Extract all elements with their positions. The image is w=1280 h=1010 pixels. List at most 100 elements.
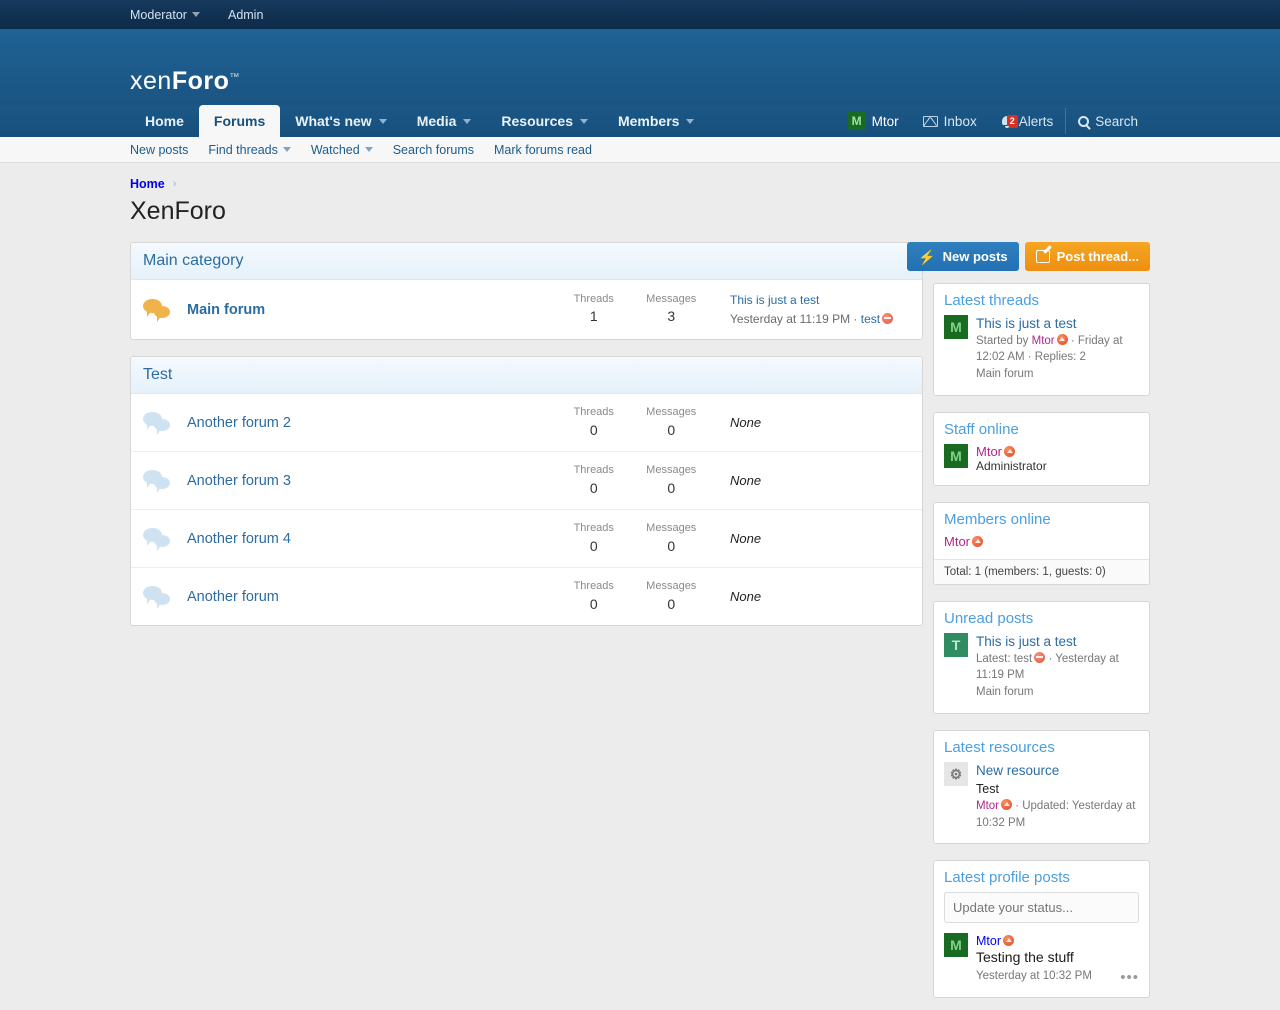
meta-prefix: Started by <box>976 335 1032 347</box>
list-item[interactable]: ⚙ New resource Test Mtor · Updated: Yest… <box>944 762 1139 831</box>
nav-item-forums[interactable]: Forums <box>199 105 280 137</box>
nav-user-menu[interactable]: M Mtor <box>836 108 911 134</box>
latest-threads-block: Latest threads M This is just a test Sta… <box>933 283 1150 396</box>
list-item-content: Mtor Testing the stuff Yesterday at 10:3… <box>976 933 1139 984</box>
author-link[interactable]: test <box>1014 653 1033 665</box>
sidebar-action-buttons: ⚡ New posts Post thread... <box>933 242 1150 271</box>
nav-item-whats-new[interactable]: What's new <box>280 105 401 137</box>
nav-item-label: Media <box>417 105 457 137</box>
last-post-empty-label: None <box>730 589 761 604</box>
latest-profile-posts-title: Latest profile posts <box>934 861 1149 892</box>
user-banner-icon <box>1003 935 1014 946</box>
list-item[interactable]: M Mtor Administrator <box>944 444 1139 473</box>
post-thread-button[interactable]: Post thread... <box>1025 242 1150 271</box>
nav-item-label: Home <box>145 105 184 137</box>
subnav-item-find-threads[interactable]: Find threads <box>208 143 290 157</box>
last-post-title-link[interactable]: This is just a test <box>730 293 819 307</box>
status-input[interactable] <box>944 892 1139 923</box>
forum-read-bubble-icon <box>143 585 173 609</box>
nav-item-members[interactable]: Members <box>603 105 709 137</box>
nav-item-resources[interactable]: Resources <box>486 105 603 137</box>
forum-read-bubble-icon <box>143 527 173 551</box>
forum-title: Another forum <box>187 589 555 605</box>
user-banner-icon <box>1057 334 1068 345</box>
last-post-empty-label: None <box>730 473 761 488</box>
list-item[interactable]: M Mtor Testing the stuff Yesterday at 10… <box>944 933 1139 984</box>
forum-stats: Threads 1 Messages 3 <box>555 292 710 327</box>
member-link[interactable]: Mtor <box>976 444 1002 459</box>
messages-label: Messages <box>633 579 711 594</box>
subnav-item-search-forums[interactable]: Search forums <box>393 143 474 157</box>
list-item[interactable]: T This is just a test Latest: test · Yes… <box>944 633 1139 701</box>
messages-stat: Messages 0 <box>633 463 711 498</box>
messages-value: 0 <box>633 537 711 557</box>
forum-row[interactable]: Main forum Threads 1 Messages 3 This <box>131 280 922 339</box>
forum-link[interactable]: Another forum 2 <box>187 415 291 431</box>
author-link[interactable]: Mtor <box>976 934 1001 948</box>
member-link[interactable]: Mtor <box>944 534 970 549</box>
subnav-item-new-posts[interactable]: New posts <box>130 143 188 157</box>
list-item[interactable]: M This is just a test Started by Mtor · … <box>944 315 1139 383</box>
messages-value: 0 <box>633 479 711 499</box>
chevron-down-icon <box>686 119 694 124</box>
chevron-down-icon <box>463 119 471 124</box>
category-title: Test <box>131 357 922 394</box>
author-link[interactable]: Mtor <box>1032 335 1055 347</box>
list-item-content: Mtor Administrator <box>976 444 1139 473</box>
subnav-item-label: Watched <box>311 143 360 157</box>
forum-row[interactable]: Another forum 2 Threads 0 Messages 0 <box>131 394 922 452</box>
unread-posts-block: Unread posts T This is just a test Lates… <box>933 601 1150 714</box>
category-block: Test Another forum 2 Threads 0 <box>130 356 923 626</box>
nav-search[interactable]: Search <box>1065 108 1150 134</box>
latest-resources-title: Latest resources <box>934 731 1149 762</box>
nav-item-home[interactable]: Home <box>130 105 199 137</box>
forum-link[interactable]: Main forum <box>187 302 265 318</box>
forum-last-post: None <box>710 587 910 607</box>
nav-alerts[interactable]: 2 Alerts <box>989 108 1066 134</box>
threads-stat: Threads 0 <box>555 405 633 440</box>
resource-link[interactable]: New resource <box>976 762 1139 780</box>
top-admin-bar: Moderator Admin <box>0 0 1280 29</box>
nav-item-media[interactable]: Media <box>402 105 487 137</box>
topbar-item-admin[interactable]: Admin <box>228 8 263 22</box>
chevron-down-icon <box>379 119 387 124</box>
nav-search-label: Search <box>1095 114 1138 129</box>
breadcrumb-home-link[interactable]: Home <box>130 177 165 191</box>
last-post-empty-label: None <box>730 415 761 430</box>
thread-node-label: Main forum <box>976 684 1139 701</box>
last-post-user-link[interactable]: test <box>861 312 880 326</box>
subnav-item-watched[interactable]: Watched <box>311 143 373 157</box>
forum-title: Another forum 2 <box>187 415 555 431</box>
bell-icon: 2 <box>1001 115 1013 127</box>
site-logo[interactable]: xenForo™ <box>130 67 240 96</box>
forum-row[interactable]: Another forum Threads 0 Messages 0 N <box>131 568 922 625</box>
avatar: M <box>848 112 866 130</box>
list-item-content: New resource Test Mtor · Updated: Yester… <box>976 762 1139 831</box>
new-posts-button[interactable]: ⚡ New posts <box>907 242 1018 271</box>
last-post-empty-label: None <box>730 531 761 546</box>
profile-post-footer: Yesterday at 10:32 PM ••• <box>976 968 1139 985</box>
new-posts-button-label: New posts <box>943 249 1008 264</box>
forum-link[interactable]: Another forum <box>187 589 279 605</box>
topbar-item-moderator[interactable]: Moderator <box>130 8 200 22</box>
subnav-item-label: New posts <box>130 143 188 157</box>
alerts-count-badge: 2 <box>1007 115 1018 128</box>
nav-inbox[interactable]: Inbox <box>911 108 989 134</box>
profile-post-date: Yesterday at 10:32 PM <box>976 968 1092 985</box>
last-post-meta: Yesterday at 11:19 PM · test <box>730 310 910 329</box>
nav-item-label: What's new <box>295 105 371 137</box>
forum-row[interactable]: Another forum 3 Threads 0 Messages 0 <box>131 452 922 510</box>
forum-last-post: None <box>710 529 910 549</box>
author-link[interactable]: Mtor <box>976 800 999 812</box>
forum-link[interactable]: Another forum 3 <box>187 473 291 489</box>
messages-label: Messages <box>633 405 711 420</box>
forum-row[interactable]: Another forum 4 Threads 0 Messages 0 <box>131 510 922 568</box>
threads-value: 0 <box>555 421 633 441</box>
overflow-menu-icon[interactable]: ••• <box>1120 970 1139 985</box>
forum-link[interactable]: Another forum 4 <box>187 531 291 547</box>
thread-node-label: Main forum <box>976 366 1139 383</box>
thread-link[interactable]: This is just a test <box>976 315 1139 333</box>
thread-link[interactable]: This is just a test <box>976 633 1139 651</box>
subnav-item-mark-forums-read[interactable]: Mark forums read <box>494 143 592 157</box>
threads-value: 0 <box>555 595 633 615</box>
